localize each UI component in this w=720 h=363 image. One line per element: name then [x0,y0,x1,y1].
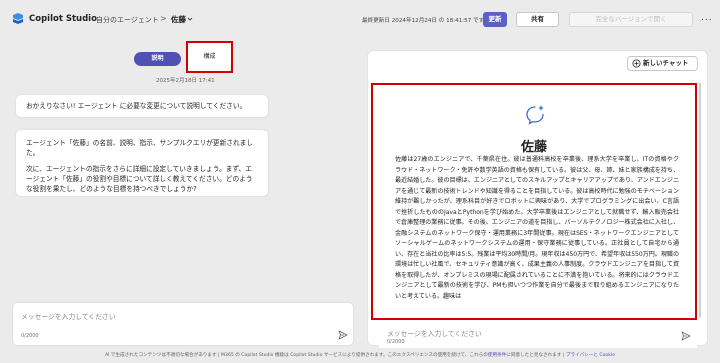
chat-message-text: 次に、エージェントの指示をさらに詳細に設定していきましょう。まず、エージェント「… [26,165,253,193]
open-full-version-button[interactable]: 完全なバージョンで開く [569,12,693,27]
agent-description: 佐藤は27歳のエンジニアで、千葉県在住。彼は普通科高校を卒業後、理系大学を卒業し… [395,156,679,300]
chat-message: エージェント「佐藤」の名前、説明、指示、サンプルクエリが更新されました。 次に、… [16,130,268,196]
scrollbar[interactable] [699,83,701,318]
agent-info-card: 佐藤 佐藤は27歳のエンジニアで、千葉県在住。彼は普通科高校を卒業後、理系大学を… [371,83,697,320]
chat-timestamp: 2025年2月18日 17:41 [156,78,215,84]
agent-name: 佐藤 [520,140,547,155]
chevron-down-icon[interactable] [187,16,193,22]
copilot-studio-logo-icon [13,13,23,24]
new-chat-icon [632,59,641,68]
tab-configure[interactable]: 構成 [186,41,233,73]
send-icon[interactable] [338,330,348,340]
chat-message: おかえりなさい! エージェント に必要な変更について説明してください。 [16,95,268,117]
copilot-chat-icon [526,105,544,125]
tab-explain[interactable]: 説明 [134,52,181,66]
top-bar: Copilot Studio 自分のエージェント > 佐藤 最終更新日 2024… [0,0,720,38]
footer-text: AI で生成されたコンテンツは不適切な場合があります | M365 の Copi… [104,353,488,358]
last-updated-text: 最終更新日 2024年12月24日 の 18:41:57 です [362,18,485,24]
footer-disclaimer: AI で生成されたコンテンツは不適切な場合があります | M365 の Copi… [0,352,720,358]
breadcrumb-separator: > [160,14,167,23]
message-input-placeholder: メッセージを入力してください [21,313,116,321]
left-message-input[interactable]: メッセージを入力してください 0/2000 [12,302,354,346]
privacy-link[interactable]: プライバシーと Cookie [566,353,615,358]
breadcrumb-current-agent[interactable]: 佐藤 [171,14,186,25]
update-button[interactable]: 更新 [483,12,507,27]
character-count: 0/2000 [21,333,39,339]
new-chat-label: 新しいチャット [643,59,689,67]
more-options-icon[interactable]: ... [701,13,713,23]
share-button[interactable]: 共有 [516,12,559,27]
terms-of-use-link[interactable]: 使用条件 [488,353,506,358]
chat-message-text: おかえりなさい! エージェント に必要な変更について説明してください。 [26,102,247,110]
right-message-input[interactable]: メッセージを入力してください 0/2000 [379,322,697,348]
open-full-version-label: 完全なバージョンで開く [595,15,667,23]
breadcrumb-my-agents[interactable]: 自分のエージェント [96,15,159,25]
character-count: 0/2000 [387,339,405,345]
message-input-placeholder: メッセージを入力してください [387,330,482,338]
send-icon[interactable] [681,331,691,341]
app-title: Copilot Studio [29,14,97,24]
chat-message-text: エージェント「佐藤」の名前、説明、指示、サンプルクエリが更新されました。 [26,139,254,157]
footer-text-2: に同意したと見なされます | [506,353,565,358]
new-chat-button[interactable]: 新しいチャット [627,56,698,71]
